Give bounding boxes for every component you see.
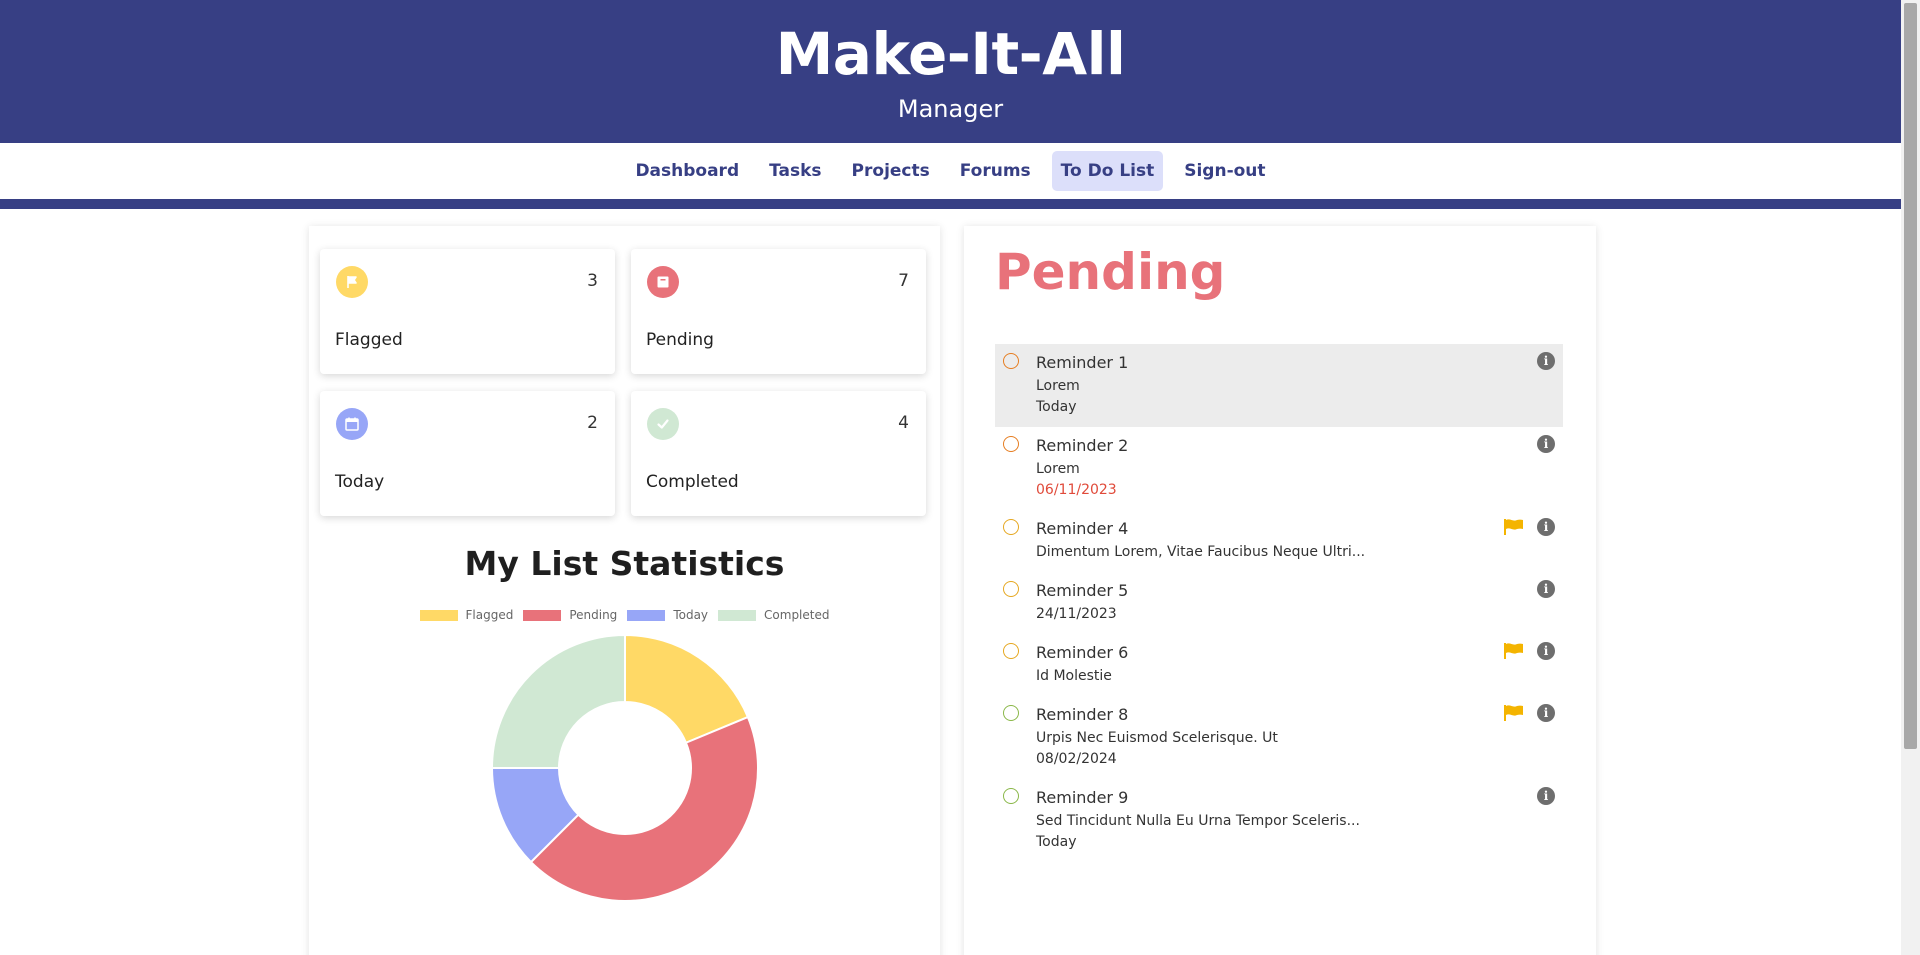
page-scrollbar[interactable] xyxy=(1901,0,1920,955)
box-icon xyxy=(647,266,679,298)
info-icon[interactable]: i xyxy=(1537,787,1555,805)
donut-chart xyxy=(490,633,759,902)
stat-card-completed[interactable]: 4 Completed xyxy=(631,391,926,516)
pending-title: Pending xyxy=(995,243,1226,301)
reminder-item[interactable]: Reminder 5 24/11/2023 i xyxy=(995,572,1563,634)
info-icon[interactable]: i xyxy=(1537,642,1555,660)
stat-label: Completed xyxy=(646,472,739,492)
stat-count: 7 xyxy=(898,271,909,291)
scrollbar-thumb[interactable] xyxy=(1904,3,1917,749)
reminder-detail: Id Molestie xyxy=(1036,668,1112,684)
stat-card-flagged[interactable]: 3 Flagged xyxy=(320,249,615,374)
reminder-detail: Sed Tincidunt Nulla Eu Urna Tempor Scele… xyxy=(1036,813,1360,829)
stat-label: Flagged xyxy=(335,330,403,350)
chart-title: My List Statistics xyxy=(464,544,785,583)
reminder-date: Today xyxy=(1036,399,1077,415)
flag-icon[interactable] xyxy=(1503,642,1525,660)
reminder-item[interactable]: Reminder 9 Sed Tincidunt Nulla Eu Urna Te… xyxy=(995,779,1563,862)
flag-icon[interactable] xyxy=(1503,518,1525,536)
legend-swatch xyxy=(718,609,757,621)
complete-checkbox[interactable] xyxy=(1003,353,1019,369)
complete-checkbox[interactable] xyxy=(1003,436,1019,452)
app-header: Make-It-All Manager xyxy=(0,0,1901,143)
reminder-title: Reminder 2 xyxy=(1036,436,1129,455)
legend-label: Today xyxy=(673,608,709,622)
reminder-detail: Dimentum Lorem, Vitae Faucibus Neque Ult… xyxy=(1036,544,1366,560)
stat-card-today[interactable]: 2 Today xyxy=(320,391,615,516)
legend-label: Completed xyxy=(764,608,830,622)
complete-checkbox[interactable] xyxy=(1003,519,1019,535)
app-title: Make-It-All xyxy=(775,20,1126,88)
nav-tasks[interactable]: Tasks xyxy=(760,151,830,191)
info-icon[interactable]: i xyxy=(1537,704,1555,722)
nav-projects[interactable]: Projects xyxy=(843,151,939,191)
complete-checkbox[interactable] xyxy=(1003,788,1019,804)
legend-item-flagged[interactable]: Flagged xyxy=(419,608,514,622)
nav-sign-out[interactable]: Sign-out xyxy=(1175,151,1274,191)
nav-divider xyxy=(0,199,1901,209)
stat-label: Today xyxy=(335,472,385,492)
complete-checkbox[interactable] xyxy=(1003,643,1019,659)
legend-item-completed[interactable]: Completed xyxy=(718,608,829,622)
legend-label: Pending xyxy=(569,608,618,622)
flag-icon xyxy=(336,266,368,298)
donut-slice-completed[interactable] xyxy=(490,633,626,769)
reminder-detail: Lorem xyxy=(1036,461,1080,477)
stat-count: 4 xyxy=(898,413,909,433)
reminder-title: Reminder 4 xyxy=(1036,519,1129,538)
reminder-item[interactable]: Reminder 6 Id Molestie i xyxy=(995,634,1563,696)
complete-checkbox[interactable] xyxy=(1003,705,1019,721)
legend-item-pending[interactable]: Pending xyxy=(523,608,617,622)
user-role: Manager xyxy=(897,95,1004,123)
chart-legend: Flagged Pending Today Completed xyxy=(309,608,940,622)
info-icon[interactable]: i xyxy=(1537,352,1555,370)
reminder-title: Reminder 6 xyxy=(1036,643,1129,662)
nav-todo-list[interactable]: To Do List xyxy=(1051,151,1164,191)
stats-panel: 3 Flagged 7 Pending 2 Today 4 Completed … xyxy=(309,226,940,955)
complete-checkbox[interactable] xyxy=(1003,581,1019,597)
main-nav: Dashboard Tasks Projects Forums To Do Li… xyxy=(0,143,1901,199)
reminder-title: Reminder 9 xyxy=(1036,788,1129,807)
reminder-title: Reminder 5 xyxy=(1036,581,1129,600)
reminder-item[interactable]: Reminder 1 Lorem Today i xyxy=(995,344,1563,427)
reminder-item[interactable]: Reminder 2 Lorem 06/11/2023 i xyxy=(995,427,1563,510)
reminder-detail: 24/11/2023 xyxy=(1036,606,1117,622)
reminder-title: Reminder 1 xyxy=(1036,353,1129,372)
reminder-title: Reminder 8 xyxy=(1036,705,1129,724)
stat-count: 3 xyxy=(587,271,598,291)
legend-swatch xyxy=(419,609,458,621)
pending-panel: Pending Reminder 1 Lorem Today i Reminder 2 L… xyxy=(964,226,1596,955)
stat-count: 2 xyxy=(587,413,598,433)
flag-icon[interactable] xyxy=(1503,704,1525,722)
info-icon[interactable]: i xyxy=(1537,435,1555,453)
legend-label: Flagged xyxy=(465,608,514,622)
info-icon[interactable]: i xyxy=(1537,580,1555,598)
reminder-item[interactable]: Reminder 4 Dimentum Lorem, Vitae Faucibus… xyxy=(995,510,1563,572)
reminder-item[interactable]: Reminder 8 Urpis Nec Euismod Scelerisque.… xyxy=(995,696,1563,779)
info-icon[interactable]: i xyxy=(1537,518,1555,536)
check-icon xyxy=(647,408,679,440)
legend-swatch xyxy=(627,609,666,621)
stat-card-pending[interactable]: 7 Pending xyxy=(631,249,926,374)
reminder-date: 08/02/2024 xyxy=(1036,751,1117,767)
stat-label: Pending xyxy=(646,330,714,350)
reminder-date: 06/11/2023 xyxy=(1036,482,1117,498)
reminder-detail: Urpis Nec Euismod Scelerisque. Ut xyxy=(1036,730,1278,746)
nav-dashboard[interactable]: Dashboard xyxy=(626,151,748,191)
reminder-detail: Lorem xyxy=(1036,378,1080,394)
legend-item-today[interactable]: Today xyxy=(627,608,708,622)
reminder-date: Today xyxy=(1036,834,1077,850)
nav-forums[interactable]: Forums xyxy=(951,151,1040,191)
legend-swatch xyxy=(523,609,562,621)
calendar-icon xyxy=(336,408,368,440)
